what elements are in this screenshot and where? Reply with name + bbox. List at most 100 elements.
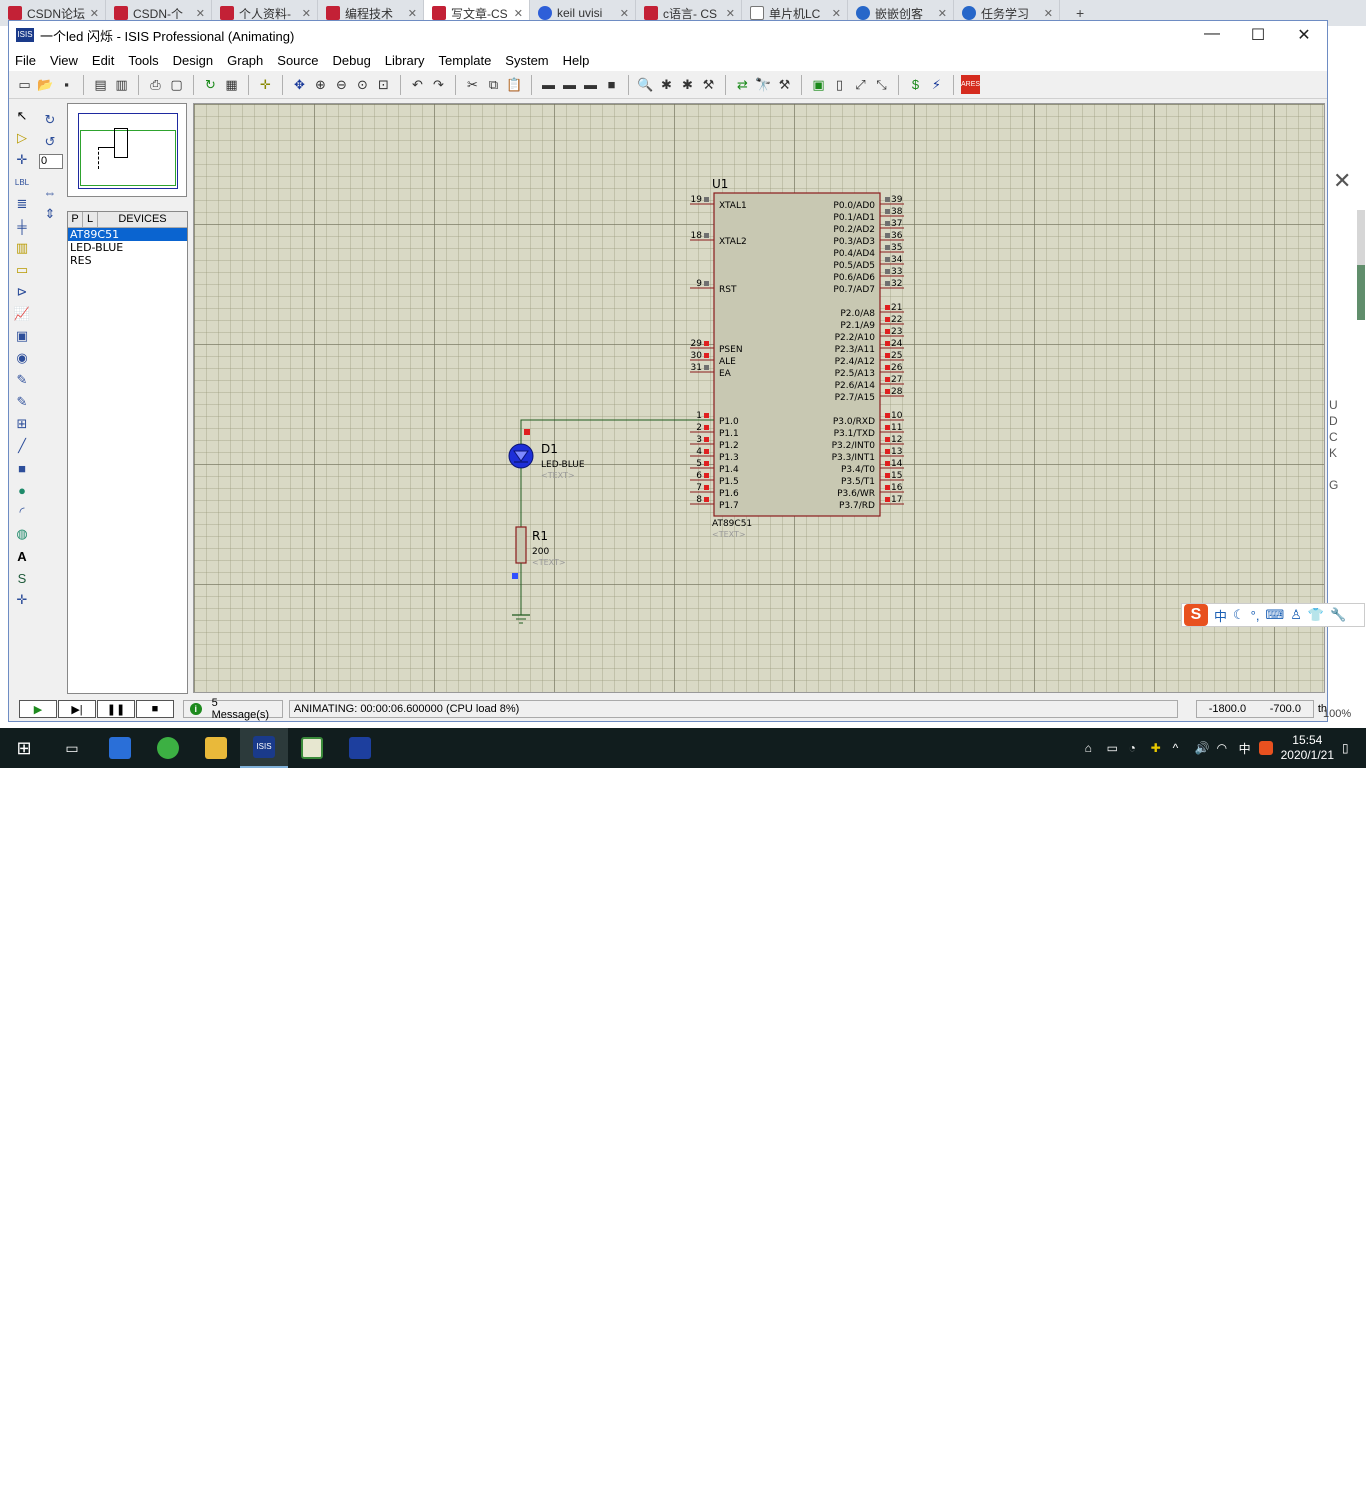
p10-wire[interactable] — [520, 419, 714, 436]
menu-tools[interactable]: Tools — [128, 53, 158, 68]
make-device-icon[interactable]: ✱ — [657, 75, 676, 94]
new-sheet-icon[interactable]: ▣ — [809, 75, 828, 94]
pause-button[interactable]: ❚❚ — [97, 700, 135, 718]
tab-close-icon[interactable]: ✕ — [514, 7, 523, 20]
browser-360-icon[interactable] — [144, 728, 192, 768]
device-item[interactable]: AT89C51 — [68, 228, 187, 241]
isis-taskbar-icon[interactable]: ISIS — [240, 728, 288, 768]
decompose-icon[interactable]: ⚒ — [699, 75, 718, 94]
paste-icon[interactable]: 📋 — [505, 75, 524, 94]
generator-icon[interactable]: ◉ — [11, 347, 33, 369]
menu-library[interactable]: Library — [385, 53, 425, 68]
device-item[interactable]: RES — [68, 254, 187, 267]
tab-close-icon[interactable]: ✕ — [90, 7, 99, 20]
scrollbar-thumb[interactable] — [1357, 265, 1365, 320]
remove-sheet-icon[interactable]: ▯ — [830, 75, 849, 94]
menu-help[interactable]: Help — [563, 53, 590, 68]
packaging-icon[interactable]: ✱ — [678, 75, 697, 94]
component-mode-icon[interactable]: ▷ — [11, 127, 33, 149]
tab-close-icon[interactable]: ✕ — [620, 7, 629, 20]
sogou-tray-icon[interactable] — [1258, 741, 1273, 755]
keyboard-icon[interactable]: ⌨ — [1265, 607, 1284, 623]
mirror-y-icon[interactable]: ⇕ — [39, 203, 61, 225]
new-tab-button[interactable]: + — [1076, 5, 1084, 21]
redraw-icon[interactable]: ↻ — [201, 75, 220, 94]
virtual-instruments-icon[interactable]: ⊞ — [11, 413, 33, 435]
voltage-probe-icon[interactable]: ✎ — [11, 369, 33, 391]
exit-to-parent-icon[interactable]: ⤢ — [851, 75, 870, 94]
path-2d-icon[interactable]: ◍ — [11, 523, 33, 545]
wire-label-icon[interactable]: LBL — [11, 171, 33, 193]
plus-tray-icon[interactable]: ✚ — [1151, 741, 1165, 755]
menu-view[interactable]: View — [50, 53, 78, 68]
mirror-x-icon[interactable]: ⇔ — [39, 181, 61, 203]
menu-source[interactable]: Source — [277, 53, 318, 68]
copy-icon[interactable]: ⧉ — [484, 75, 503, 94]
print-area-icon[interactable]: ▢ — [167, 75, 186, 94]
menu-system[interactable]: System — [505, 53, 548, 68]
clock[interactable]: 15:54 2020/1/21 — [1281, 733, 1334, 763]
graph-mode-icon[interactable]: 📈 — [11, 303, 33, 325]
moon-icon[interactable]: ☾ — [1233, 607, 1245, 623]
save-icon[interactable]: ▪ — [57, 75, 76, 94]
subcircuit-icon[interactable]: ▥ — [11, 237, 33, 259]
terminals-icon[interactable]: ▭ — [11, 259, 33, 281]
text-script-icon[interactable]: ≣ — [11, 193, 33, 215]
rotate-anticlockwise-icon[interactable]: ↺ — [39, 131, 61, 153]
file-explorer-icon[interactable] — [192, 728, 240, 768]
zoom-all-icon[interactable]: ⊙ — [353, 75, 372, 94]
export-icon[interactable]: ▥ — [112, 75, 131, 94]
play-button[interactable]: ▶ — [19, 700, 57, 718]
block-copy-icon[interactable]: ▬ — [539, 75, 558, 94]
window-tray-icon[interactable]: ▭ — [1107, 741, 1121, 755]
shirt-icon[interactable]: 👕 — [1308, 607, 1324, 623]
bus-icon[interactable]: ╪ — [11, 215, 33, 237]
search-tag-icon[interactable]: 🔭 — [754, 75, 773, 94]
device-item[interactable]: LED-BLUE — [68, 241, 187, 254]
junction-dot-icon[interactable]: ✛ — [11, 149, 33, 171]
block-rotate-icon[interactable]: ▬ — [581, 75, 600, 94]
ime-lang[interactable]: 中 — [1214, 606, 1227, 625]
block-move-icon[interactable]: ▬ — [560, 75, 579, 94]
menu-graph[interactable]: Graph — [227, 53, 263, 68]
new-file-icon[interactable]: ▭ — [15, 75, 34, 94]
open-folder-icon[interactable]: 📂 — [36, 75, 55, 94]
bill-of-materials-icon[interactable]: $ — [906, 75, 925, 94]
origin-icon[interactable]: ✛ — [256, 75, 275, 94]
volume-icon[interactable]: 🔊 — [1195, 741, 1210, 755]
property-assign-icon[interactable]: ⚒ — [775, 75, 794, 94]
import-icon[interactable]: ▤ — [91, 75, 110, 94]
step-button[interactable]: ▶| — [58, 700, 96, 718]
cut-icon[interactable]: ✂ — [463, 75, 482, 94]
circle-2d-icon[interactable]: ● — [11, 479, 33, 501]
tab-close-icon[interactable]: ✕ — [938, 7, 947, 20]
minimize-button[interactable]: — — [1189, 25, 1235, 45]
menu-template[interactable]: Template — [439, 53, 492, 68]
stop-button[interactable]: ■ — [136, 700, 174, 718]
menu-design[interactable]: Design — [173, 53, 213, 68]
undo-icon[interactable]: ↶ — [408, 75, 427, 94]
redo-icon[interactable]: ↷ — [429, 75, 448, 94]
tab-close-icon[interactable]: ✕ — [726, 7, 735, 20]
wifi-icon[interactable]: ◠ — [1217, 741, 1231, 755]
task-view-icon[interactable]: ▭ — [48, 728, 96, 768]
pick-device-button[interactable]: P — [68, 212, 83, 227]
menu-debug[interactable]: Debug — [332, 53, 370, 68]
goto-sheet-icon[interactable]: ⤡ — [872, 75, 891, 94]
wps-icon[interactable] — [96, 728, 144, 768]
electrical-rule-check-icon[interactable]: ⚡ — [927, 75, 946, 94]
ime-punct[interactable]: °, — [1251, 608, 1260, 623]
device-pins-icon[interactable]: ⊳ — [11, 281, 33, 303]
tab-close-icon[interactable]: ✕ — [1044, 7, 1053, 20]
network-tray-icon[interactable]: ⌂ — [1085, 741, 1099, 755]
tab-close-icon[interactable]: ✕ — [196, 7, 205, 20]
r1-body[interactable] — [515, 526, 527, 564]
line-2d-icon[interactable]: ╱ — [11, 435, 33, 457]
close-button[interactable]: ✕ — [1281, 25, 1327, 45]
chart-app-icon[interactable] — [288, 728, 336, 768]
library-manager-button[interactable]: L — [83, 212, 98, 227]
tab-close-icon[interactable]: ✕ — [832, 7, 841, 20]
menu-file[interactable]: File — [15, 53, 36, 68]
wrench-icon[interactable]: 🔧 — [1330, 607, 1346, 623]
overview-window[interactable] — [67, 103, 187, 197]
